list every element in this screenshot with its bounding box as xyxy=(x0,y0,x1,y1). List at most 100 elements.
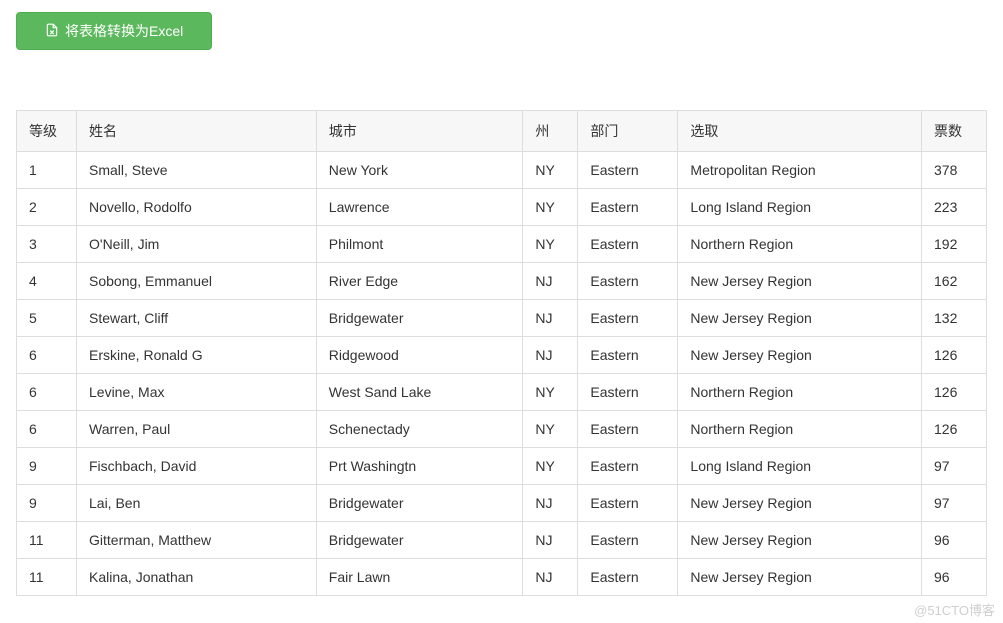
cell-city: Bridgewater xyxy=(316,300,523,337)
cell-state: NY xyxy=(523,448,578,485)
cell-rank: 2 xyxy=(17,189,77,226)
cell-votes: 96 xyxy=(922,522,987,559)
cell-votes: 132 xyxy=(922,300,987,337)
cell-votes: 96 xyxy=(922,559,987,596)
cell-dept: Eastern xyxy=(578,374,678,411)
cell-state: NJ xyxy=(523,263,578,300)
cell-region: Northern Region xyxy=(678,226,922,263)
cell-state: NY xyxy=(523,226,578,263)
cell-region: Northern Region xyxy=(678,374,922,411)
cell-rank: 3 xyxy=(17,226,77,263)
cell-city: West Sand Lake xyxy=(316,374,523,411)
cell-votes: 126 xyxy=(922,411,987,448)
cell-rank: 1 xyxy=(17,152,77,189)
cell-rank: 9 xyxy=(17,485,77,522)
cell-city: New York xyxy=(316,152,523,189)
cell-name: Levine, Max xyxy=(77,374,317,411)
cell-name: O'Neill, Jim xyxy=(77,226,317,263)
cell-votes: 223 xyxy=(922,189,987,226)
table-row: 6Levine, MaxWest Sand LakeNYEasternNorth… xyxy=(17,374,987,411)
cell-city: Fair Lawn xyxy=(316,559,523,596)
cell-rank: 9 xyxy=(17,448,77,485)
cell-votes: 378 xyxy=(922,152,987,189)
cell-city: Lawrence xyxy=(316,189,523,226)
table-row: 9Lai, BenBridgewaterNJEasternNew Jersey … xyxy=(17,485,987,522)
cell-dept: Eastern xyxy=(578,300,678,337)
header-dept: 部门 xyxy=(578,111,678,152)
cell-name: Small, Steve xyxy=(77,152,317,189)
cell-rank: 5 xyxy=(17,300,77,337)
excel-file-icon xyxy=(45,23,59,39)
table-row: 5Stewart, CliffBridgewaterNJEasternNew J… xyxy=(17,300,987,337)
cell-state: NY xyxy=(523,411,578,448)
export-button-label: 将表格转换为Excel xyxy=(65,21,183,41)
cell-city: Prt Washingtn xyxy=(316,448,523,485)
cell-region: Long Island Region xyxy=(678,448,922,485)
cell-city: Philmont xyxy=(316,226,523,263)
cell-dept: Eastern xyxy=(578,448,678,485)
cell-city: River Edge xyxy=(316,263,523,300)
cell-state: NY xyxy=(523,374,578,411)
cell-name: Sobong, Emmanuel xyxy=(77,263,317,300)
cell-rank: 6 xyxy=(17,337,77,374)
cell-city: Schenectady xyxy=(316,411,523,448)
watermark: @51CTO博客 xyxy=(914,600,995,619)
table-row: 6Warren, PaulSchenectadyNYEasternNorther… xyxy=(17,411,987,448)
cell-dept: Eastern xyxy=(578,189,678,226)
cell-city: Bridgewater xyxy=(316,485,523,522)
cell-region: Northern Region xyxy=(678,411,922,448)
cell-votes: 162 xyxy=(922,263,987,300)
table-row: 6Erskine, Ronald GRidgewoodNJEasternNew … xyxy=(17,337,987,374)
cell-dept: Eastern xyxy=(578,337,678,374)
header-name: 姓名 xyxy=(77,111,317,152)
cell-state: NY xyxy=(523,152,578,189)
cell-votes: 126 xyxy=(922,337,987,374)
table-row: 9Fischbach, DavidPrt WashingtnNYEasternL… xyxy=(17,448,987,485)
cell-state: NY xyxy=(523,189,578,226)
cell-name: Novello, Rodolfo xyxy=(77,189,317,226)
cell-dept: Eastern xyxy=(578,411,678,448)
cell-dept: Eastern xyxy=(578,226,678,263)
table-row: 4Sobong, EmmanuelRiver EdgeNJEasternNew … xyxy=(17,263,987,300)
cell-state: NJ xyxy=(523,559,578,596)
cell-region: New Jersey Region xyxy=(678,559,922,596)
cell-state: NJ xyxy=(523,485,578,522)
cell-dept: Eastern xyxy=(578,522,678,559)
table-row: 3O'Neill, JimPhilmontNYEasternNorthern R… xyxy=(17,226,987,263)
cell-name: Lai, Ben xyxy=(77,485,317,522)
cell-region: Metropolitan Region xyxy=(678,152,922,189)
cell-state: NJ xyxy=(523,300,578,337)
cell-city: Ridgewood xyxy=(316,337,523,374)
cell-name: Kalina, Jonathan xyxy=(77,559,317,596)
cell-dept: Eastern xyxy=(578,263,678,300)
cell-city: Bridgewater xyxy=(316,522,523,559)
table-body: 1Small, SteveNew YorkNYEasternMetropolit… xyxy=(17,152,987,596)
cell-dept: Eastern xyxy=(578,485,678,522)
cell-name: Erskine, Ronald G xyxy=(77,337,317,374)
export-to-excel-button[interactable]: 将表格转换为Excel xyxy=(16,12,212,50)
header-city: 城市 xyxy=(316,111,523,152)
table-row: 1Small, SteveNew YorkNYEasternMetropolit… xyxy=(17,152,987,189)
cell-votes: 97 xyxy=(922,448,987,485)
cell-dept: Eastern xyxy=(578,559,678,596)
header-rank: 等级 xyxy=(17,111,77,152)
cell-region: New Jersey Region xyxy=(678,300,922,337)
header-region: 选取 xyxy=(678,111,922,152)
cell-name: Gitterman, Matthew xyxy=(77,522,317,559)
cell-state: NJ xyxy=(523,522,578,559)
cell-region: New Jersey Region xyxy=(678,522,922,559)
cell-region: New Jersey Region xyxy=(678,263,922,300)
table-row: 11Gitterman, MatthewBridgewaterNJEastern… xyxy=(17,522,987,559)
cell-votes: 97 xyxy=(922,485,987,522)
cell-name: Warren, Paul xyxy=(77,411,317,448)
cell-name: Fischbach, David xyxy=(77,448,317,485)
cell-name: Stewart, Cliff xyxy=(77,300,317,337)
header-state: 州 xyxy=(523,111,578,152)
cell-region: Long Island Region xyxy=(678,189,922,226)
cell-rank: 6 xyxy=(17,411,77,448)
header-votes: 票数 xyxy=(922,111,987,152)
data-table: 等级 姓名 城市 州 部门 选取 票数 1Small, SteveNew Yor… xyxy=(16,110,987,596)
cell-state: NJ xyxy=(523,337,578,374)
cell-dept: Eastern xyxy=(578,152,678,189)
table-row: 11Kalina, JonathanFair LawnNJEasternNew … xyxy=(17,559,987,596)
